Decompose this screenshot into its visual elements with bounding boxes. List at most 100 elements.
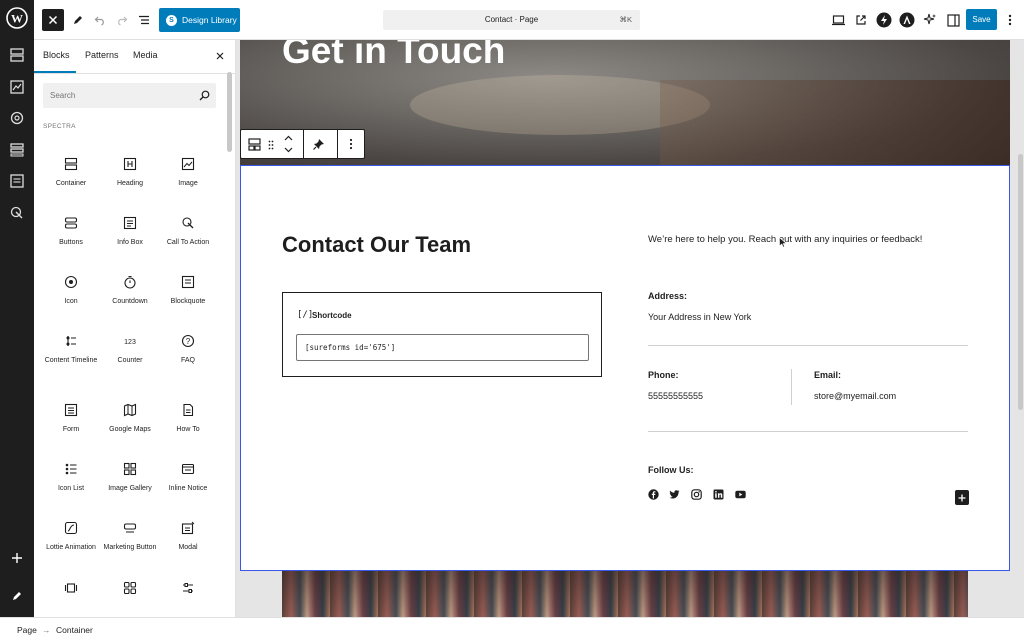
- block-item[interactable]: Marketing Button: [101, 520, 159, 552]
- block-item[interactable]: Content Timeline: [42, 333, 100, 365]
- panel-scrollbar[interactable]: [227, 72, 232, 152]
- block-item[interactable]: Blockquote: [159, 274, 217, 306]
- tab-blocks[interactable]: Blocks: [43, 50, 70, 60]
- redo-icon[interactable]: [111, 9, 133, 31]
- container-block-icon[interactable]: [248, 138, 261, 151]
- block-label: Inline Notice: [168, 485, 208, 492]
- move-down-icon[interactable]: [284, 147, 293, 153]
- block-item[interactable]: Modal: [159, 520, 217, 552]
- ai-sparkle-icon[interactable]: [919, 9, 941, 31]
- block-item[interactable]: Call To Action: [159, 215, 217, 247]
- block-label: Counter: [117, 357, 143, 364]
- layout-icon[interactable]: [6, 44, 28, 66]
- block-item[interactable]: Container: [42, 156, 100, 188]
- command-palette-bar[interactable]: Contact · Page ⌘K: [383, 10, 640, 30]
- move-up-icon[interactable]: [284, 135, 293, 141]
- save-button[interactable]: Save: [966, 9, 997, 30]
- shortcode-value: [sureforms id='675']: [305, 343, 396, 352]
- block-label: Modal: [178, 544, 198, 551]
- block-label: Marketing Button: [103, 544, 157, 551]
- drag-handle-icon[interactable]: [268, 140, 274, 150]
- block-item[interactable]: How To: [159, 402, 217, 434]
- block-item[interactable]: Form: [42, 402, 100, 434]
- block-item[interactable]: Countdown: [101, 274, 159, 306]
- block-label: Icon List: [57, 485, 85, 492]
- block-item[interactable]: [42, 580, 100, 603]
- block-item[interactable]: 123 Counter: [101, 333, 159, 365]
- tabs-divider: [34, 73, 235, 74]
- search-input[interactable]: [43, 83, 193, 108]
- canvas-scrollbar[interactable]: [1018, 154, 1023, 410]
- block-item[interactable]: Icon List: [42, 461, 100, 493]
- twitter-icon[interactable]: [669, 490, 680, 499]
- options-more-icon[interactable]: [999, 9, 1021, 31]
- block-search-field[interactable]: [43, 83, 216, 108]
- navigation-icon[interactable]: [6, 202, 28, 224]
- block-item[interactable]: Image: [159, 156, 217, 188]
- block-item[interactable]: Lottie Animation: [42, 520, 100, 552]
- block-item[interactable]: Heading: [101, 156, 159, 188]
- block-item[interactable]: [159, 580, 217, 603]
- linkedin-icon[interactable]: [713, 489, 724, 500]
- pages-icon[interactable]: [6, 170, 28, 192]
- shortcode-input[interactable]: [sureforms id='675']: [296, 334, 589, 361]
- address-value[interactable]: Your Address in New York: [648, 312, 751, 322]
- tab-patterns[interactable]: Patterns: [85, 50, 119, 60]
- settings-panel-icon[interactable]: [942, 9, 964, 31]
- phone-value[interactable]: 55555555555: [648, 391, 703, 401]
- facebook-icon[interactable]: [648, 489, 659, 500]
- block-item[interactable]: Icon: [42, 274, 100, 306]
- block-item[interactable]: Info Box: [101, 215, 159, 247]
- tools-pen-icon[interactable]: [67, 9, 89, 31]
- media-icon[interactable]: [6, 76, 28, 98]
- store-background-image[interactable]: [282, 571, 968, 617]
- design-library-button[interactable]: S Design Library: [159, 8, 240, 32]
- phone-label[interactable]: Phone:: [648, 370, 679, 380]
- toolbar-divider: [337, 130, 338, 158]
- content-timeline-icon: [63, 333, 79, 349]
- astra-icon[interactable]: [896, 9, 918, 31]
- block-label: Google Maps: [109, 426, 151, 433]
- block-label: FAQ: [180, 357, 195, 364]
- block-item[interactable]: Image Gallery: [101, 461, 159, 493]
- instagram-icon[interactable]: [691, 489, 702, 500]
- block-item[interactable]: ? FAQ: [159, 333, 217, 365]
- design-library-label: Design Library: [182, 15, 237, 25]
- hero-heading[interactable]: Get in Touch: [282, 40, 505, 72]
- block-item[interactable]: Inline Notice: [159, 461, 217, 493]
- block-label: Container: [55, 180, 87, 187]
- block-item[interactable]: Buttons: [42, 215, 100, 247]
- breadcrumb-container[interactable]: Container: [56, 625, 93, 635]
- preview-device-icon[interactable]: [827, 9, 849, 31]
- edit-icon[interactable]: [6, 585, 28, 607]
- youtube-icon[interactable]: [735, 490, 746, 499]
- category-heading: SPECTRA: [43, 123, 76, 130]
- document-overview-icon[interactable]: [133, 9, 155, 31]
- shortcode-block[interactable]: [/] Shortcode [sureforms id='675']: [282, 292, 602, 377]
- breadcrumb-page[interactable]: Page: [17, 625, 37, 635]
- close-panel-icon[interactable]: [216, 52, 224, 60]
- block-label: Form: [62, 426, 80, 433]
- add-icon[interactable]: [6, 547, 28, 569]
- block-item[interactable]: [101, 580, 159, 603]
- save-label: Save: [972, 15, 991, 24]
- section-heading[interactable]: Contact Our Team: [282, 232, 471, 258]
- block-options-icon[interactable]: [349, 138, 353, 150]
- address-label[interactable]: Address:: [648, 291, 687, 301]
- email-label[interactable]: Email:: [814, 370, 841, 380]
- templates-icon[interactable]: [6, 139, 28, 161]
- add-block-button[interactable]: [955, 490, 969, 505]
- block-item[interactable]: Google Maps: [101, 402, 159, 434]
- follow-label[interactable]: Follow Us:: [648, 465, 694, 475]
- wordpress-logo-icon[interactable]: W: [6, 7, 28, 29]
- pin-icon[interactable]: [313, 138, 325, 150]
- faq-icon: ?: [180, 333, 196, 349]
- contact-container[interactable]: Contact Our Team [/] Shortcode [sureform…: [240, 165, 1010, 571]
- tab-media[interactable]: Media: [133, 50, 158, 60]
- email-value[interactable]: store@myemail.com: [814, 391, 896, 401]
- undo-icon[interactable]: [89, 9, 111, 31]
- spectra-icon[interactable]: [873, 9, 895, 31]
- view-page-external-icon[interactable]: [850, 9, 872, 31]
- styles-icon[interactable]: [6, 107, 28, 129]
- close-inserter-button[interactable]: [42, 9, 64, 31]
